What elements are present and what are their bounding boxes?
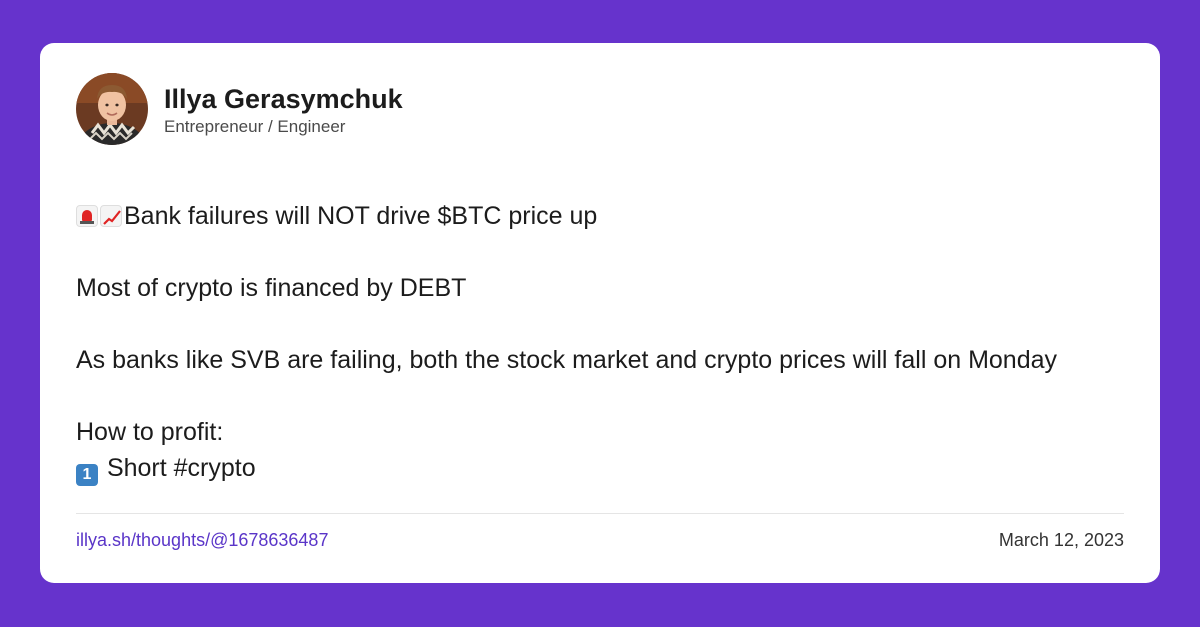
profile-photo-icon: [76, 73, 148, 145]
post-permalink[interactable]: illya.sh/thoughts/@1678636487: [76, 530, 328, 551]
post-list-item-text: Short #crypto: [106, 454, 256, 482]
post-headline-line: Bank failures will NOT drive $BTC price …: [76, 198, 1096, 234]
keycap-1-icon: 1: [76, 464, 98, 486]
post-card: Illya Gerasymchuk Entrepreneur / Enginee…: [40, 43, 1160, 583]
avatar[interactable]: [76, 73, 148, 145]
post-paragraph: As banks like SVB are failing, both the …: [76, 346, 1058, 374]
author-title: Entrepreneur / Engineer: [164, 117, 346, 136]
police-siren-icon: [76, 205, 98, 227]
author-name: Illya Gerasymchuk: [164, 84, 403, 114]
chart-increasing-icon: [100, 205, 122, 227]
post-body: Bank failures will NOT drive $BTC price …: [76, 198, 1096, 504]
post-list-item: 1 Short #crypto: [76, 450, 1096, 486]
post-paragraph: How to profit:: [76, 418, 224, 446]
post-date: March 12, 2023: [998, 530, 1124, 550]
post-headline: Bank failures will NOT drive $BTC price …: [124, 202, 598, 230]
footer-divider: [76, 513, 1124, 514]
post-paragraph: Most of crypto is financed by DEBT: [76, 274, 467, 302]
